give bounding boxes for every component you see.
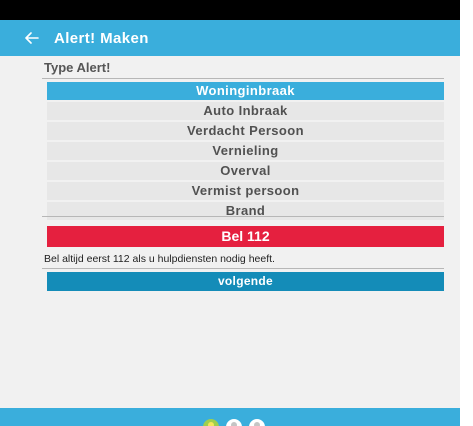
alert-type-overval[interactable]: Overval <box>47 162 444 180</box>
alert-type-auto-inbraak[interactable]: Auto Inbraak <box>47 102 444 120</box>
alert-type-vermist-persoon[interactable]: Vermist persoon <box>47 182 444 200</box>
divider <box>42 268 444 269</box>
info-text: Bel altijd eerst 112 als u hulpdiensten … <box>44 253 275 265</box>
call-112-button[interactable]: Bel 112 <box>47 226 444 247</box>
divider <box>42 216 444 217</box>
alert-type-brand[interactable]: Brand <box>47 202 444 220</box>
alert-type-list: Woninginbraak Auto Inbraak Verdacht Pers… <box>47 82 444 222</box>
page-indicator-dot-active <box>203 419 219 426</box>
page-indicator-dot <box>226 419 242 426</box>
bottom-bar <box>0 408 460 426</box>
arrow-left-icon[interactable] <box>24 30 40 46</box>
alert-type-woninginbraak[interactable]: Woninginbraak <box>47 82 444 100</box>
divider <box>42 78 444 79</box>
alert-type-vernieling[interactable]: Vernieling <box>47 142 444 160</box>
app-bar: Alert! Maken <box>0 20 460 56</box>
alert-type-verdacht-persoon[interactable]: Verdacht Persoon <box>47 122 444 140</box>
section-title: Type Alert! <box>44 60 111 75</box>
status-bar <box>0 0 460 20</box>
next-button[interactable]: volgende <box>47 272 444 291</box>
page-title: Alert! Maken <box>54 29 149 47</box>
page-indicator-dot <box>249 419 265 426</box>
app-screen: Alert! Maken Type Alert! Woninginbraak A… <box>0 0 460 426</box>
